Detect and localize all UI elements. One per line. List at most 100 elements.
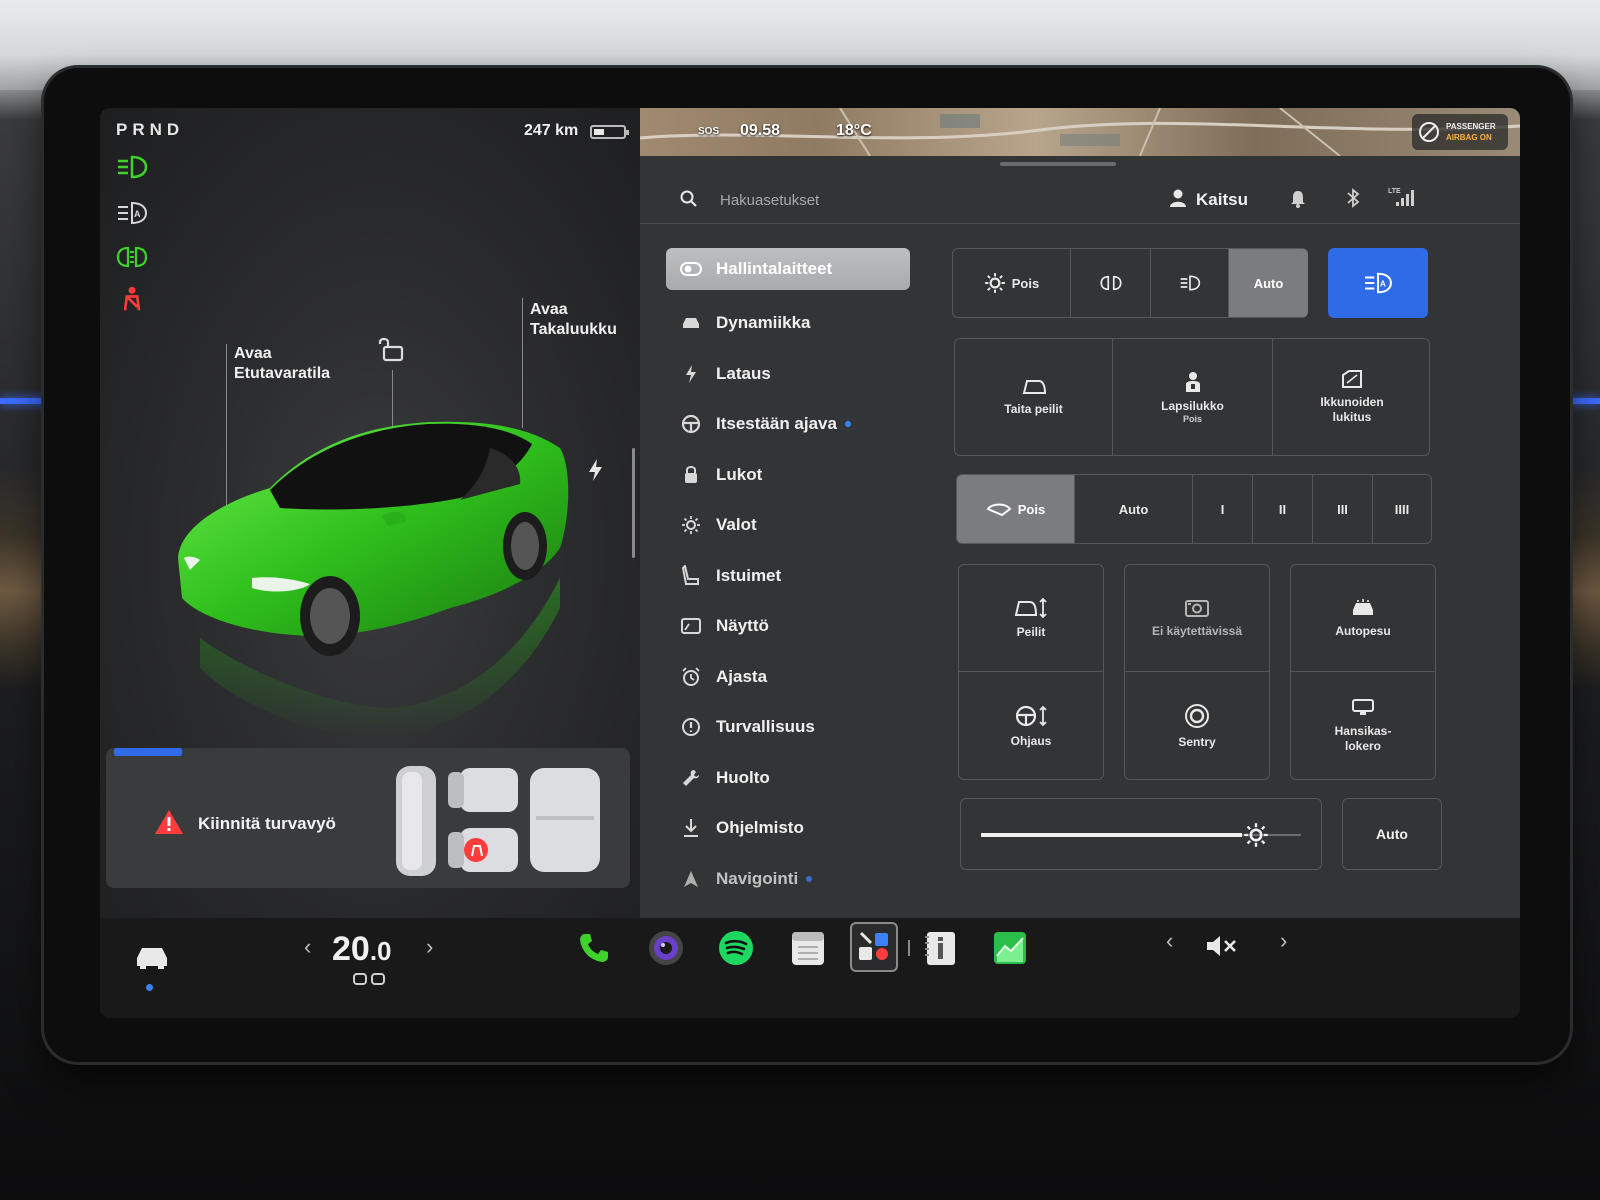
search-input[interactable]: Hakuasetukset [720,192,819,209]
menu-item-dynamiikka[interactable]: Dynamiikka [666,298,910,349]
menu-item-navigointi[interactable]: Navigointi [666,854,910,905]
dashcam-tile[interactable]: Ei käytettävissä [1125,565,1269,672]
fold-mirrors-tile[interactable]: Taita peilit [955,339,1113,455]
seat-icon [666,564,716,587]
wiper-off-option[interactable]: Pois [957,475,1075,543]
cabin-temperature[interactable]: 20.0 [332,930,392,969]
sos-badge[interactable]: SOS [698,126,719,137]
brightness-auto-button[interactable]: Auto [1342,798,1442,870]
car-wash-tile[interactable]: Autopesu [1291,565,1435,672]
menu-label: Lataus [716,363,771,383]
menu-item-turvallisuus[interactable]: Turvallisuus [666,702,910,753]
wiper-speed-label: II [1278,501,1287,517]
range-readout: 247 km [524,122,579,139]
driver-profile-name[interactable]: Kaitsu [1196,190,1248,210]
brightness-slider[interactable] [960,798,1322,870]
menu-item-itsestaan-ajava[interactable]: Itsestään ajava [666,399,910,450]
wiper-speed-4[interactable]: IIII [1373,475,1431,543]
steering-label: Ohjaus [1010,733,1052,748]
lights-auto-label: Auto [1253,275,1284,291]
temp-decrease-chevron[interactable]: ‹ [304,934,311,960]
grid-column-3: Autopesu Hansikas- lokero [1290,564,1436,780]
menu-item-istuimet[interactable]: Istuimet [666,551,910,602]
lights-auto-option[interactable]: Auto [1229,249,1308,317]
svg-text:A: A [1380,279,1386,289]
glovebox-tile[interactable]: Hansikas- lokero [1291,673,1435,779]
alarm-clock-icon [666,667,716,687]
parking-lights-option[interactable] [1071,249,1151,317]
menu-item-lukot[interactable]: Lukot [666,450,910,501]
phone-app[interactable] [574,926,614,970]
menu-item-lataus[interactable]: Lataus [666,349,910,400]
wiper-auto-label: Auto [1118,501,1149,517]
trunk-label[interactable]: Avaa Takaluukku [530,300,617,340]
manual-app[interactable] [920,926,960,970]
menu-label: Ohjelmisto [716,818,804,838]
owners-manual-icon [925,932,955,965]
toggle-icon [666,262,716,276]
brightness-sun-icon[interactable] [1243,822,1269,848]
mirror-icon [1022,379,1046,394]
wiper-speed-1[interactable]: I [1193,475,1253,543]
airbag-icon [1419,122,1439,142]
temp-increase-chevron[interactable]: › [426,934,433,960]
menu-label: Navigointi [716,868,799,888]
spotify-app[interactable] [714,926,758,970]
wiper-auto-option[interactable]: Auto [1075,475,1193,543]
low-beam-option[interactable] [1151,249,1229,317]
energy-app[interactable] [990,926,1030,970]
active-indicator-dot [146,984,153,991]
mirrors-adjust-tile[interactable]: Peilit [959,565,1103,672]
child-lock-icon [1185,371,1200,392]
window-lock-tile[interactable]: Ikkunoiden lukitus [1273,339,1431,455]
grid-column-1: Peilit Ohjaus [958,564,1104,780]
wiper-speed-3[interactable]: III [1313,475,1373,543]
toybox-app[interactable] [850,922,898,972]
menu-item-naytto[interactable]: Näyttö [666,601,910,652]
search-icon[interactable] [680,190,698,208]
menu-label: Hallintalaitteet [716,259,833,278]
menu-item-ajasta[interactable]: Ajasta [666,652,910,703]
menu-item-hallintalaitteet[interactable]: Hallintalaitteet [666,248,910,290]
unlock-icon[interactable] [378,336,406,362]
car-model-3-image[interactable] [160,408,580,748]
frunk-label[interactable]: Avaa Etutavaratila [234,344,330,384]
profile-icon[interactable] [1168,188,1188,208]
phone-icon [580,934,608,962]
outside-temperature: 18°C [836,122,872,139]
seatbelt-warning-icon [123,286,141,311]
parking-light-icon [1099,275,1122,291]
bluetooth-icon[interactable] [1346,188,1360,208]
steering-wheel-icon [666,414,716,434]
calendar-app[interactable] [786,926,830,970]
menu-item-huolto[interactable]: Huolto [666,753,910,804]
volume-prev-chevron[interactable]: ‹ [1166,928,1173,954]
child-lock-tile[interactable]: Lapsilukko Pois [1113,339,1273,455]
auto-high-beam-button[interactable]: A [1328,248,1428,318]
volume-next-chevron[interactable]: › [1280,928,1287,954]
menu-item-ohjelmisto[interactable]: Ohjelmisto [666,803,910,854]
wiper-off-label: Pois [1017,501,1046,517]
wiper-speed-2[interactable]: II [1253,475,1313,543]
menu-label: Valot [716,515,757,535]
low-beam-icon [1180,275,1200,291]
car-panel-scrollbar[interactable] [632,448,635,558]
panel-drag-handle[interactable] [1000,162,1116,166]
charge-port-icon[interactable] [586,458,606,482]
camera-app[interactable] [644,926,688,970]
sentry-tile[interactable]: Sentry [1125,673,1269,779]
steering-adjust-tile[interactable]: Ohjaus [959,673,1103,779]
car-wash-label: Autopesu [1335,623,1391,638]
map-strip[interactable]: SOS 09.58 18°C PASSENGER AIRBAG ON [640,108,1520,156]
clock: 09.58 [740,122,781,139]
volume-mute-button[interactable] [1202,926,1242,966]
lte-signal-icon: LTE [1388,188,1414,206]
touchscreen: PRND 247 km A Avaa Etutavaratila Avaa Ta… [100,108,1520,1018]
car-button[interactable] [130,936,174,976]
dashcam-label: Ei käytettävissä [1151,623,1243,638]
lights-off-option[interactable]: Pois [953,249,1071,317]
menu-item-valot[interactable]: Valot [666,500,910,551]
airbag-line2: AIRBAG ON [1446,133,1492,142]
controls-panel: Hakuasetukset Kaitsu LTE Hallintalaittee… [640,156,1520,918]
bell-icon[interactable] [1290,190,1306,208]
